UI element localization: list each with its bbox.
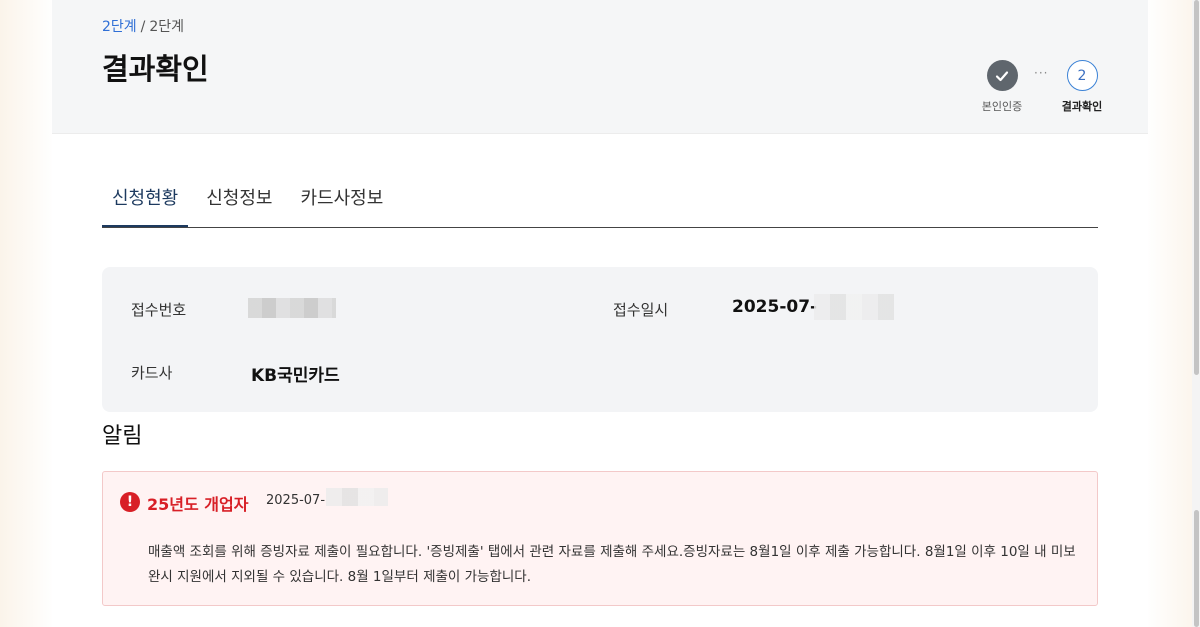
receipt-date-value: 2025-07- bbox=[732, 297, 818, 317]
page-scrollbar[interactable] bbox=[1192, 0, 1200, 627]
breadcrumb-separator: / bbox=[140, 19, 146, 35]
breadcrumb-current[interactable]: 2단계 bbox=[102, 19, 137, 35]
application-summary: 접수번호 접수일시 2025-07- 카드사 KB국민카드 bbox=[102, 267, 1098, 412]
scrollbar-thumb-bottom[interactable] bbox=[1194, 510, 1199, 627]
card-company-value: KB국민카드 bbox=[251, 366, 340, 386]
page-header: 2단계/2단계 결과확인 본인인증 ··· 2 결과확인 bbox=[52, 0, 1148, 134]
notice-body: 매출액 조회를 위해 증빙자료 제출이 필요합니다. '증빙제출' 탭에서 관련… bbox=[148, 544, 1076, 585]
tab-card-company-info[interactable]: 카드사정보 bbox=[291, 184, 394, 226]
breadcrumb-step: 2단계 bbox=[149, 19, 185, 35]
card-company-label: 카드사 bbox=[131, 364, 173, 382]
notice-date: 2025-07- bbox=[266, 493, 326, 508]
progress-stepper: 본인인증 ··· 2 결과확인 bbox=[976, 60, 1116, 120]
notice-section-title: 알림 bbox=[102, 424, 143, 449]
step-number: 2 bbox=[1066, 60, 1098, 91]
step-label: 결과확인 bbox=[1061, 100, 1103, 113]
step-result-check: 2 결과확인 bbox=[1056, 60, 1108, 114]
receipt-number-redacted bbox=[248, 298, 336, 318]
tab-application-info[interactable]: 신청정보 bbox=[196, 184, 282, 226]
receipt-date-label: 접수일시 bbox=[613, 301, 669, 319]
notice-title: 25년도 개업자 bbox=[147, 495, 249, 514]
tab-bar: 신청현황 신청정보 카드사정보 bbox=[102, 184, 1098, 228]
notice-date-redacted bbox=[326, 488, 388, 506]
check-icon bbox=[986, 60, 1018, 91]
notice-card: ! 25년도 개업자 2025-07- 매출액 조회를 위해 증빙자료 제출이 … bbox=[102, 471, 1098, 606]
page-frame: 2단계/2단계 결과확인 본인인증 ··· 2 결과확인 신청현황 신청정보 카… bbox=[52, 0, 1148, 627]
receipt-number-label: 접수번호 bbox=[131, 301, 187, 319]
breadcrumb: 2단계/2단계 bbox=[102, 16, 184, 36]
page-title: 결과확인 bbox=[102, 52, 209, 86]
step-label: 본인인증 bbox=[981, 100, 1023, 113]
receipt-date-redacted bbox=[814, 294, 894, 320]
step-connector-dots: ··· bbox=[1034, 66, 1049, 80]
tab-application-status[interactable]: 신청현황 bbox=[102, 184, 189, 227]
scrollbar-thumb-top[interactable] bbox=[1194, 0, 1199, 375]
step-identity-verification: 본인인증 bbox=[976, 60, 1028, 114]
alert-circle-icon: ! bbox=[120, 492, 140, 512]
